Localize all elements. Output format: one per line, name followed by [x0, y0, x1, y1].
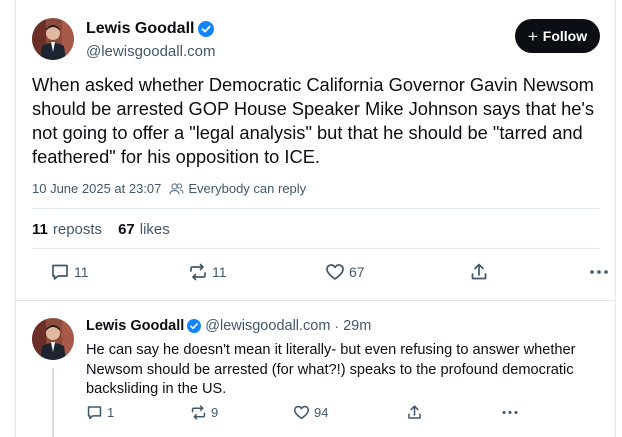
reply-permission[interactable]: Everybody can reply [188, 181, 306, 196]
reposts-stat[interactable]: 11 reposts [32, 221, 102, 238]
likes-label: likes [139, 221, 170, 238]
like-icon [293, 405, 310, 420]
avatar[interactable] [32, 18, 74, 60]
more-options-button[interactable] [500, 404, 520, 421]
thread-line [52, 368, 54, 437]
reply-actions: 1 9 94 [86, 404, 536, 424]
like-count: 94 [314, 405, 329, 420]
follow-button[interactable]: + Follow [515, 19, 600, 53]
repost-count: 11 [212, 264, 227, 280]
verified-badge-icon [198, 21, 215, 37]
repost-count: 9 [211, 405, 219, 420]
author-row: Lewis Goodall [86, 20, 215, 38]
reposts-count: 11 [32, 221, 48, 238]
plus-icon: + [527, 26, 538, 46]
reply-count: 11 [74, 264, 89, 280]
post-timestamp[interactable]: 10 June 2025 at 23:07 [32, 181, 161, 196]
divider [32, 248, 600, 249]
repost-button[interactable]: 9 [190, 404, 218, 421]
reply-text: He can say he doesn't mean it literally-… [86, 342, 576, 397]
more-options-button[interactable] [588, 262, 610, 282]
engagement-stats: 11 reposts 67 likes [32, 221, 186, 238]
reply-author-name[interactable]: Lewis Goodall [86, 318, 184, 334]
like-count: 67 [349, 264, 365, 280]
reply-time[interactable]: 29m [343, 318, 371, 334]
reposts-label: reposts [52, 221, 103, 238]
author-handle[interactable]: @lewisgoodall.com [86, 43, 215, 60]
reply-header: Lewis Goodall @lewisgoodall.com · 29m [86, 318, 371, 334]
post-actions: 11 11 67 [32, 262, 608, 286]
divider [32, 208, 600, 209]
share-button[interactable] [469, 262, 489, 282]
post-meta: 10 June 2025 at 23:07 Everybody can repl… [32, 181, 306, 196]
likes-stat[interactable]: 67 likes [118, 221, 170, 238]
reply-button[interactable]: 1 [86, 404, 114, 421]
people-icon [169, 182, 184, 195]
reply-button[interactable]: 11 [50, 262, 89, 282]
reply-count: 1 [107, 405, 115, 420]
share-button[interactable] [406, 404, 423, 421]
verified-badge-icon [187, 319, 202, 333]
reply-icon [87, 406, 102, 420]
share-icon [471, 263, 487, 280]
post-text: When asked whether Democratic California… [32, 74, 595, 167]
reply-icon [52, 264, 68, 280]
repost-button[interactable]: 11 [188, 262, 227, 282]
repost-icon [191, 405, 206, 420]
like-button[interactable]: 67 [325, 262, 365, 282]
follow-label: Follow [542, 28, 588, 44]
separator-dot: · [334, 318, 340, 334]
likes-count: 67 [118, 221, 135, 238]
more-icon [502, 410, 518, 415]
like-icon [326, 264, 344, 280]
author-name[interactable]: Lewis Goodall [86, 20, 194, 38]
reply-author-handle[interactable]: @lewisgoodall.com [205, 318, 330, 334]
avatar[interactable] [32, 318, 74, 360]
more-icon [590, 270, 608, 274]
reply-post[interactable]: Lewis Goodall @lewisgoodall.com · 29m He… [16, 301, 615, 437]
repost-icon [190, 263, 206, 281]
share-icon [408, 405, 421, 419]
like-button[interactable]: 94 [293, 404, 328, 421]
main-post: Lewis Goodall @lewisgoodall.com + Follow… [16, 0, 615, 300]
right-border [615, 0, 616, 437]
